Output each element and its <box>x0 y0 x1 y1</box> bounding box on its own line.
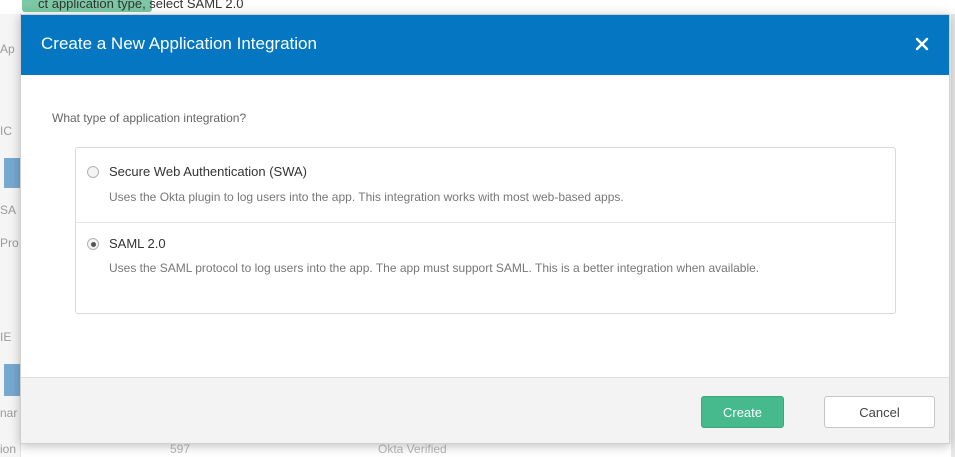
background-count: 597 <box>170 442 191 456</box>
background-fragment: IC <box>0 124 12 138</box>
background-verified-label: Okta Verified <box>378 442 447 456</box>
dialog-title: Create a New Application Integration <box>41 34 317 53</box>
swa-radio[interactable] <box>87 166 99 178</box>
swa-description: Uses the Okta plugin to log users into t… <box>109 190 624 204</box>
dialog-footer: Create Cancel <box>21 377 949 443</box>
dialog-header: Create a New Application Integration <box>21 15 949 75</box>
create-app-integration-dialog: Create a New Application Integration Wha… <box>20 14 950 444</box>
create-button[interactable]: Create <box>701 396 784 428</box>
background-fragment: ion <box>0 442 17 456</box>
swa-label[interactable]: Secure Web Authentication (SWA) <box>109 164 307 179</box>
background-fragment: nar <box>0 406 18 420</box>
saml-radio[interactable] <box>87 238 99 250</box>
background-fragment: IE <box>0 330 12 344</box>
close-icon[interactable] <box>911 33 933 55</box>
background-fragment: Ap <box>0 42 15 56</box>
cancel-button[interactable]: Cancel <box>824 396 935 428</box>
option-swa[interactable]: Secure Web Authentication (SWA) Uses the… <box>76 148 895 223</box>
background-fragment: SA <box>0 203 17 217</box>
background-instruction-text: ct application type, select SAML 2.0 <box>38 0 244 11</box>
integration-options: Secure Web Authentication (SWA) Uses the… <box>75 147 896 314</box>
saml-description: Uses the SAML protocol to log users into… <box>109 261 760 275</box>
background-selected-row <box>4 364 20 396</box>
option-saml[interactable]: SAML 2.0 Uses the SAML protocol to log u… <box>76 223 895 313</box>
saml-label[interactable]: SAML 2.0 <box>109 236 166 251</box>
integration-type-question: What type of application integration? <box>52 111 247 125</box>
background-fragment: Pro <box>0 236 19 250</box>
background-right-edge <box>951 14 955 457</box>
background-selected-row <box>4 158 20 188</box>
